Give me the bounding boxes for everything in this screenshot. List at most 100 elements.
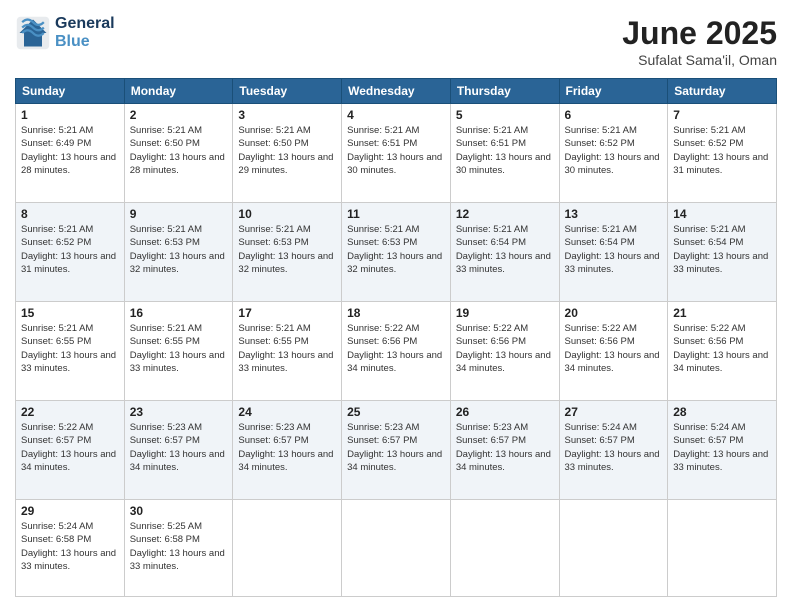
col-thursday: Thursday [450,79,559,104]
sunset-label: Sunset: 6:56 PM [347,336,417,347]
sunset-label: Sunset: 6:50 PM [238,138,308,149]
sunrise-label: Sunrise: 5:22 AM [21,422,93,433]
day-detail: Sunrise: 5:21 AM Sunset: 6:50 PM Dayligh… [238,124,336,177]
table-row: 28 Sunrise: 5:24 AM Sunset: 6:57 PM Dayl… [668,401,777,500]
daylight-label: Daylight: 13 hours and 33 minutes. [238,350,333,374]
table-row: 8 Sunrise: 5:21 AM Sunset: 6:52 PM Dayli… [16,203,125,302]
location-subtitle: Sufalat Sama'il, Oman [622,52,777,68]
daylight-label: Daylight: 13 hours and 28 minutes. [130,152,225,176]
col-monday: Monday [124,79,233,104]
daylight-label: Daylight: 13 hours and 33 minutes. [456,251,551,275]
table-row: 13 Sunrise: 5:21 AM Sunset: 6:54 PM Dayl… [559,203,668,302]
daylight-label: Daylight: 13 hours and 34 minutes. [347,449,442,473]
table-row: 10 Sunrise: 5:21 AM Sunset: 6:53 PM Dayl… [233,203,342,302]
sunrise-label: Sunrise: 5:23 AM [238,422,310,433]
sunrise-label: Sunrise: 5:21 AM [238,224,310,235]
sunset-label: Sunset: 6:55 PM [21,336,91,347]
daylight-label: Daylight: 13 hours and 33 minutes. [130,548,225,572]
daylight-label: Daylight: 13 hours and 34 minutes. [456,350,551,374]
header: General Blue June 2025 Sufalat Sama'il, … [15,15,777,68]
table-row: 22 Sunrise: 5:22 AM Sunset: 6:57 PM Dayl… [16,401,125,500]
day-number: 13 [565,207,663,221]
logo: General Blue [15,15,115,51]
day-number: 26 [456,405,554,419]
sunrise-label: Sunrise: 5:23 AM [456,422,528,433]
day-detail: Sunrise: 5:21 AM Sunset: 6:50 PM Dayligh… [130,124,228,177]
sunset-label: Sunset: 6:52 PM [21,237,91,248]
sunset-label: Sunset: 6:52 PM [565,138,635,149]
daylight-label: Daylight: 13 hours and 29 minutes. [238,152,333,176]
day-number: 17 [238,306,336,320]
sunrise-label: Sunrise: 5:22 AM [673,323,745,334]
day-detail: Sunrise: 5:21 AM Sunset: 6:55 PM Dayligh… [130,322,228,375]
table-row: 14 Sunrise: 5:21 AM Sunset: 6:54 PM Dayl… [668,203,777,302]
day-detail: Sunrise: 5:21 AM Sunset: 6:55 PM Dayligh… [21,322,119,375]
logo-icon [15,15,51,51]
day-detail: Sunrise: 5:22 AM Sunset: 6:56 PM Dayligh… [456,322,554,375]
sunrise-label: Sunrise: 5:21 AM [347,224,419,235]
day-detail: Sunrise: 5:21 AM Sunset: 6:54 PM Dayligh… [565,223,663,276]
sunset-label: Sunset: 6:56 PM [565,336,635,347]
table-row: 12 Sunrise: 5:21 AM Sunset: 6:54 PM Dayl… [450,203,559,302]
sunset-label: Sunset: 6:50 PM [130,138,200,149]
day-detail: Sunrise: 5:22 AM Sunset: 6:56 PM Dayligh… [673,322,771,375]
col-tuesday: Tuesday [233,79,342,104]
sunrise-label: Sunrise: 5:21 AM [347,125,419,136]
day-number: 29 [21,504,119,518]
sunrise-label: Sunrise: 5:24 AM [565,422,637,433]
day-number: 7 [673,108,771,122]
day-number: 2 [130,108,228,122]
sunset-label: Sunset: 6:57 PM [565,435,635,446]
day-number: 23 [130,405,228,419]
calendar-table: Sunday Monday Tuesday Wednesday Thursday… [15,78,777,597]
day-number: 18 [347,306,445,320]
col-wednesday: Wednesday [342,79,451,104]
sunset-label: Sunset: 6:57 PM [238,435,308,446]
table-row: 9 Sunrise: 5:21 AM Sunset: 6:53 PM Dayli… [124,203,233,302]
daylight-label: Daylight: 13 hours and 34 minutes. [238,449,333,473]
day-detail: Sunrise: 5:24 AM Sunset: 6:57 PM Dayligh… [565,421,663,474]
day-number: 24 [238,405,336,419]
col-saturday: Saturday [668,79,777,104]
daylight-label: Daylight: 13 hours and 30 minutes. [347,152,442,176]
table-row: 29 Sunrise: 5:24 AM Sunset: 6:58 PM Dayl… [16,500,125,597]
sunrise-label: Sunrise: 5:21 AM [673,125,745,136]
month-title: June 2025 [622,15,777,52]
day-number: 30 [130,504,228,518]
table-row: 18 Sunrise: 5:22 AM Sunset: 6:56 PM Dayl… [342,302,451,401]
table-row: 2 Sunrise: 5:21 AM Sunset: 6:50 PM Dayli… [124,104,233,203]
sunrise-label: Sunrise: 5:23 AM [130,422,202,433]
daylight-label: Daylight: 13 hours and 33 minutes. [565,449,660,473]
sunset-label: Sunset: 6:53 PM [130,237,200,248]
sunrise-label: Sunrise: 5:21 AM [456,125,528,136]
table-row: 30 Sunrise: 5:25 AM Sunset: 6:58 PM Dayl… [124,500,233,597]
table-row [668,500,777,597]
sunrise-label: Sunrise: 5:22 AM [456,323,528,334]
sunrise-label: Sunrise: 5:21 AM [238,323,310,334]
daylight-label: Daylight: 13 hours and 34 minutes. [673,350,768,374]
calendar-row: 1 Sunrise: 5:21 AM Sunset: 6:49 PM Dayli… [16,104,777,203]
daylight-label: Daylight: 13 hours and 33 minutes. [673,251,768,275]
table-row [233,500,342,597]
day-detail: Sunrise: 5:21 AM Sunset: 6:52 PM Dayligh… [565,124,663,177]
sunset-label: Sunset: 6:58 PM [130,534,200,545]
day-number: 12 [456,207,554,221]
sunrise-label: Sunrise: 5:21 AM [130,323,202,334]
daylight-label: Daylight: 13 hours and 32 minutes. [130,251,225,275]
calendar-row: 8 Sunrise: 5:21 AM Sunset: 6:52 PM Dayli… [16,203,777,302]
sunrise-label: Sunrise: 5:21 AM [565,224,637,235]
day-detail: Sunrise: 5:21 AM Sunset: 6:54 PM Dayligh… [456,223,554,276]
calendar-row: 29 Sunrise: 5:24 AM Sunset: 6:58 PM Dayl… [16,500,777,597]
sunset-label: Sunset: 6:55 PM [130,336,200,347]
day-number: 25 [347,405,445,419]
day-number: 9 [130,207,228,221]
day-detail: Sunrise: 5:23 AM Sunset: 6:57 PM Dayligh… [347,421,445,474]
day-detail: Sunrise: 5:21 AM Sunset: 6:51 PM Dayligh… [456,124,554,177]
header-row: Sunday Monday Tuesday Wednesday Thursday… [16,79,777,104]
daylight-label: Daylight: 13 hours and 33 minutes. [673,449,768,473]
logo-line1: General [55,15,115,33]
col-friday: Friday [559,79,668,104]
sunrise-label: Sunrise: 5:21 AM [21,323,93,334]
day-number: 28 [673,405,771,419]
day-number: 19 [456,306,554,320]
